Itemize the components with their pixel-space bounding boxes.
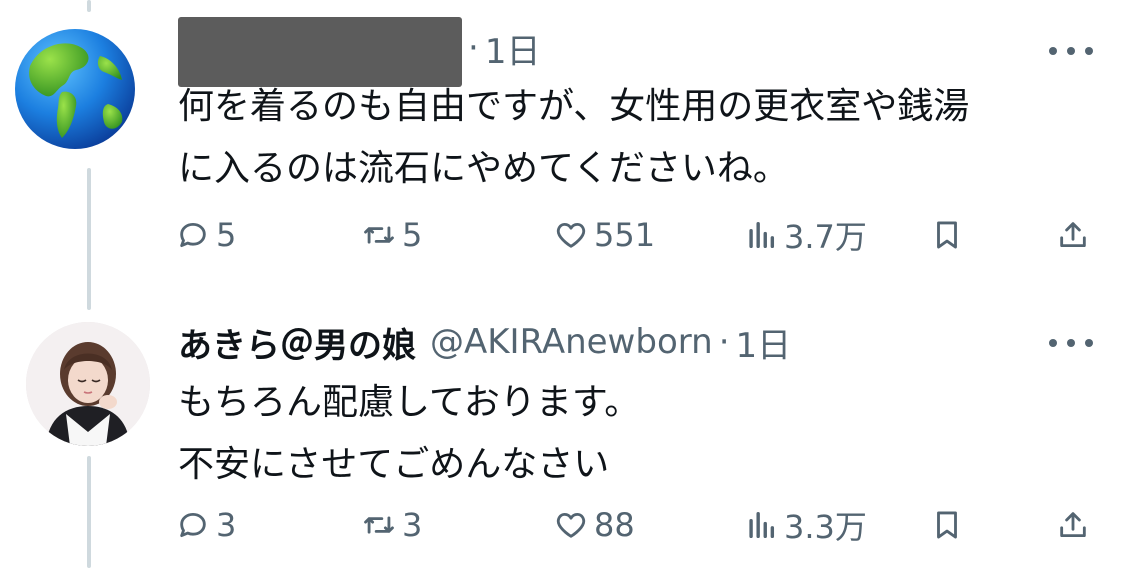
tweet-text-line: に入るのは流石にやめてくださいね。 xyxy=(178,148,789,189)
bookmark-button[interactable] xyxy=(930,218,970,252)
like-count: 88 xyxy=(594,506,635,544)
tweet-text-line: 不安にさせてごめんなさい xyxy=(178,444,610,485)
views-button[interactable]: 3.3万 xyxy=(744,502,867,548)
separator-dot: · xyxy=(468,28,479,68)
reply-count: 5 xyxy=(216,216,237,254)
view-count: 3.3万 xyxy=(784,508,867,546)
profile-photo-icon xyxy=(26,322,150,446)
tweet-1-header: · 1日 xyxy=(178,17,541,87)
retweet-count: 5 xyxy=(402,216,423,254)
share-button[interactable] xyxy=(1056,508,1096,542)
bookmark-icon xyxy=(930,508,964,542)
retweet-button[interactable]: 3 xyxy=(362,506,422,544)
reply-count: 3 xyxy=(216,506,237,544)
more-icon xyxy=(1049,47,1057,55)
globe-icon xyxy=(12,26,138,152)
tweet-1-actions: 5 5 551 3.7万 xyxy=(176,210,1096,260)
share-icon xyxy=(1056,508,1090,542)
retweet-button[interactable]: 5 xyxy=(362,216,422,254)
retweet-icon xyxy=(362,218,396,252)
view-count: 3.7万 xyxy=(784,218,867,256)
more-button[interactable] xyxy=(1049,328,1093,358)
tweet-thread: · 1日 何を着るのも自由ですが、女性用の更衣室や銭湯 に入るのは流石にやめてく… xyxy=(0,0,1125,568)
tweet-2-header: あきら＠男の娘 @AKIRAnewborn · 1日 xyxy=(178,314,791,370)
tweet-1-text: 何を着るのも自由ですが、女性用の更衣室や銭湯 に入るのは流石にやめてくださいね。 xyxy=(178,76,969,200)
share-icon xyxy=(1056,218,1090,252)
tweet-2-actions: 3 3 88 3.3万 xyxy=(176,500,1096,550)
author-display-name[interactable]: あきら＠男の娘 xyxy=(178,318,416,367)
like-count: 551 xyxy=(594,216,656,254)
tweet-text-line: もちろん配慮しております。 xyxy=(178,382,641,423)
views-chart-icon xyxy=(744,508,778,542)
views-button[interactable]: 3.7万 xyxy=(744,212,867,258)
thread-line-top xyxy=(87,0,91,12)
tweet-text-line: 何を着るのも自由ですが、女性用の更衣室や銭湯 xyxy=(178,86,970,127)
more-button[interactable] xyxy=(1049,36,1093,66)
tweet-time[interactable]: 1日 xyxy=(485,24,541,73)
author-handle[interactable]: @AKIRAnewborn xyxy=(430,322,713,362)
retweet-icon xyxy=(362,508,396,542)
reply-icon xyxy=(176,218,210,252)
reply-icon xyxy=(176,508,210,542)
heart-icon xyxy=(554,508,588,542)
avatar-akira[interactable] xyxy=(26,322,150,446)
reply-button[interactable]: 5 xyxy=(176,216,236,254)
thread-line-middle xyxy=(87,168,91,310)
more-icon xyxy=(1049,339,1057,347)
thread-line-bottom xyxy=(87,456,91,568)
share-button[interactable] xyxy=(1056,218,1096,252)
avatar-globe[interactable] xyxy=(12,26,138,152)
like-button[interactable]: 88 xyxy=(554,506,635,544)
views-chart-icon xyxy=(744,218,778,252)
like-button[interactable]: 551 xyxy=(554,216,655,254)
heart-icon xyxy=(554,218,588,252)
tweet-2-text: もちろん配慮しております。 不安にさせてごめんなさい xyxy=(178,372,640,496)
bookmark-icon xyxy=(930,218,964,252)
separator-dot: · xyxy=(718,322,730,362)
retweet-count: 3 xyxy=(402,506,423,544)
bookmark-button[interactable] xyxy=(930,508,970,542)
tweet-time[interactable]: 1日 xyxy=(736,318,792,367)
reply-button[interactable]: 3 xyxy=(176,506,236,544)
